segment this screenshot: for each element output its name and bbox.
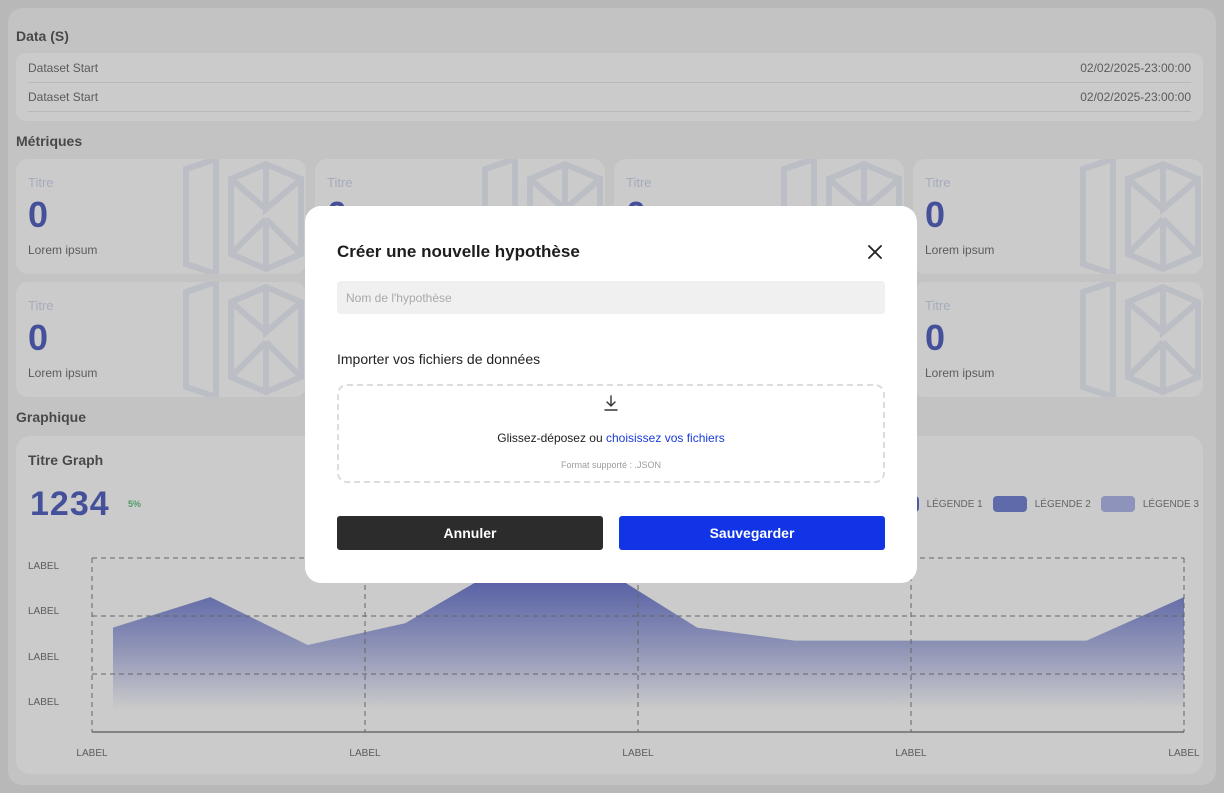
hypothesis-name-input[interactable] bbox=[337, 281, 885, 314]
create-hypothesis-modal: Créer une nouvelle hypothèse Importer vo… bbox=[305, 206, 917, 583]
save-button[interactable]: Sauvegarder bbox=[619, 516, 885, 550]
choose-files-link[interactable]: choisissez vos fichiers bbox=[606, 431, 725, 445]
file-dropzone[interactable]: Glissez-déposez ou choisissez vos fichie… bbox=[337, 384, 885, 483]
dropzone-text: Glissez-déposez ou choisissez vos fichie… bbox=[339, 431, 883, 445]
close-button[interactable] bbox=[863, 240, 887, 264]
modal-title: Créer une nouvelle hypothèse bbox=[337, 242, 580, 261]
dropzone-instructions: Glissez-déposez ou bbox=[497, 431, 603, 445]
import-label: Importer vos fichiers de données bbox=[337, 351, 541, 367]
supported-format-text: Format supporté : .JSON bbox=[560, 460, 662, 470]
close-icon bbox=[868, 245, 882, 259]
cancel-button[interactable]: Annuler bbox=[337, 516, 603, 550]
download-arrow-icon bbox=[604, 395, 618, 411]
